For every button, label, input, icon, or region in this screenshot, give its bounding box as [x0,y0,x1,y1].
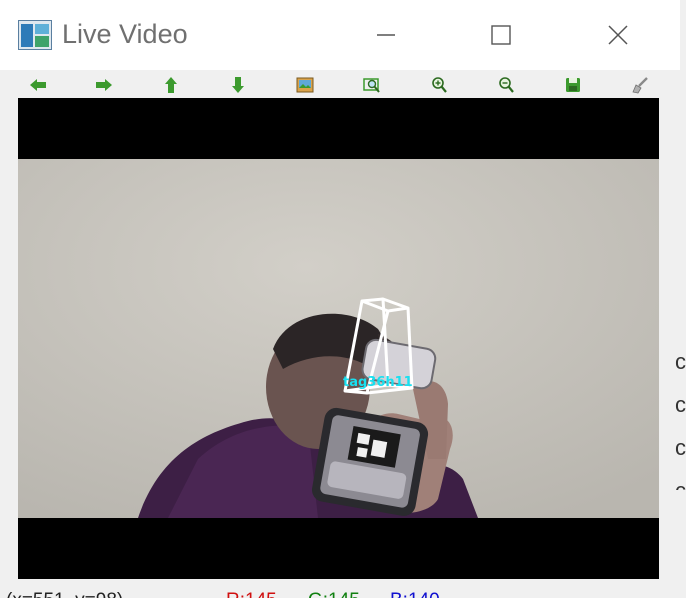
title-bar: Live Video [0,0,680,70]
close-icon [608,25,628,45]
camera-frame: tag36h11 [18,159,659,518]
save-button[interactable] [562,74,584,96]
properties-button[interactable] [629,74,651,96]
toolbar [0,70,680,98]
zoom-fit-icon [363,78,380,93]
brush-icon [632,77,648,94]
status-g-value: G:145 [308,590,360,598]
window-title: Live Video [62,19,188,49]
arrow-up-icon [165,77,177,93]
tag-pose-cube [343,297,414,395]
pan-down-button[interactable] [227,74,249,96]
status-bar: (x=551, y=98) ~ R:145 G:145 B:140 [0,579,460,598]
zoom-original-button[interactable] [294,74,316,96]
minimize-icon [377,34,395,36]
pan-right-button[interactable] [93,74,115,96]
status-r-value: R:145 [226,590,277,598]
close-button[interactable] [590,12,646,58]
background-glyph: c [675,392,686,417]
zoom-out-icon [499,77,514,93]
save-icon [566,78,580,92]
status-b-value: B:140 [390,590,440,598]
background-glyph: c [675,469,686,490]
pan-left-button[interactable] [27,74,49,96]
background-glyph: c [675,349,686,374]
maximize-icon [491,25,511,45]
minimize-button[interactable] [358,12,414,58]
live-video-window: Live Video tag36h11 c c c [0,0,686,598]
pan-up-button[interactable] [160,74,182,96]
tag-label: tag36h11 [343,375,413,390]
zoom-fit-button[interactable] [361,74,383,96]
app-icon [18,20,52,50]
arrow-right-icon [96,79,112,91]
maximize-button[interactable] [473,12,529,58]
arrow-down-icon [232,77,244,93]
background-glyph: c [675,435,686,460]
zoom-in-icon [432,77,447,93]
arrow-left-icon [30,79,46,91]
background-window-edge: c c c c [675,340,686,490]
video-display[interactable]: tag36h11 [18,98,659,579]
status-coords: (x=551, y=98) ~ [6,590,140,598]
image-icon [296,77,314,93]
zoom-out-button[interactable] [495,74,517,96]
zoom-in-button[interactable] [428,74,450,96]
